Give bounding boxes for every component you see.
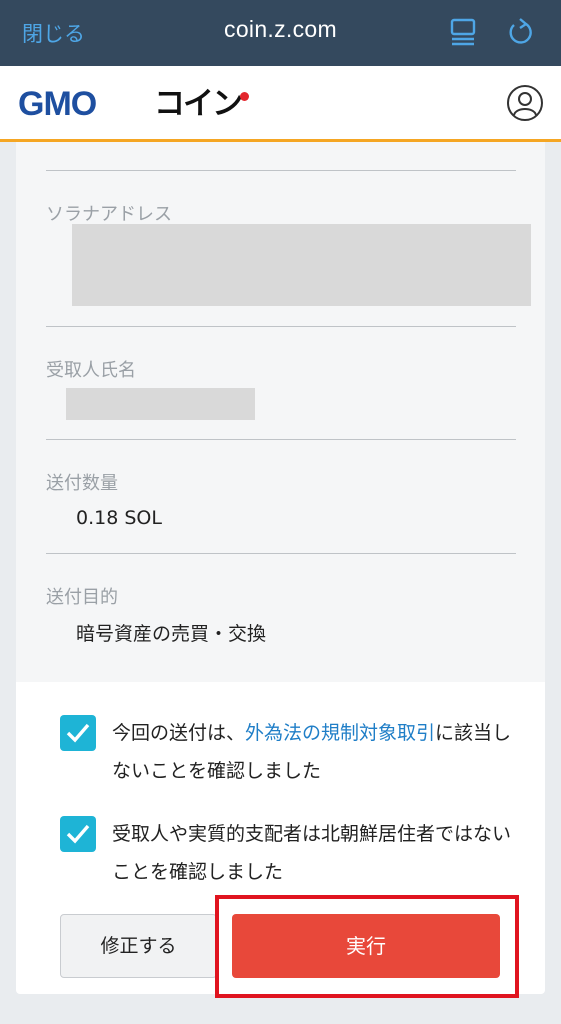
- field-label-solana-address: ソラナアドレス: [46, 204, 172, 225]
- field-label-recipient-name: 受取人氏名: [46, 360, 136, 381]
- redacted-address: [72, 224, 531, 306]
- check-icon: [66, 824, 90, 844]
- bookmark-icon[interactable]: [450, 18, 476, 46]
- confirmation-text-1-prefix: 今回の送付は、: [112, 722, 246, 744]
- reload-icon[interactable]: [506, 16, 534, 46]
- browser-toolbar: 閉じる coin.z.com: [0, 0, 561, 66]
- check-icon: [66, 723, 90, 743]
- divider: [46, 439, 516, 440]
- execute-highlight-box: [215, 895, 519, 998]
- gmo-coin-logo[interactable]: GMO コイン: [18, 86, 258, 122]
- field-label-purpose: 送付目的: [46, 587, 118, 608]
- confirmation-text-1: 今回の送付は、外為法の規制対象取引に該当しないことを確認しました: [112, 714, 512, 790]
- url-display: coin.z.com: [224, 16, 337, 42]
- divider: [46, 553, 516, 554]
- redacted-recipient-name: [66, 388, 255, 420]
- checkbox-foreign-exchange[interactable]: [60, 715, 96, 751]
- field-value-amount: 0.18 SOL: [76, 507, 162, 529]
- checkbox-north-korea[interactable]: [60, 816, 96, 852]
- transfer-details: ソラナアドレス 受取人氏名 送付数量 0.18 SOL 送付目的 暗号資産の売買…: [16, 142, 545, 682]
- confirmation-text-2: 受取人や実質的支配者は北朝鮮居住者ではないことを確認しました: [112, 823, 512, 883]
- divider: [46, 326, 516, 327]
- logo-red-dot: [240, 92, 249, 101]
- logo-gmo-text: GMO: [18, 85, 97, 123]
- field-label-amount: 送付数量: [46, 473, 118, 494]
- site-header: GMO コイン: [0, 66, 561, 142]
- foreign-exchange-law-link[interactable]: 外為法の規制対象取引: [245, 722, 435, 744]
- logo-coin-text: コイン: [154, 86, 243, 122]
- edit-button[interactable]: 修正する: [60, 914, 217, 978]
- user-icon[interactable]: [506, 84, 544, 122]
- field-value-purpose: 暗号資産の売買・交換: [76, 623, 267, 645]
- divider: [46, 170, 516, 171]
